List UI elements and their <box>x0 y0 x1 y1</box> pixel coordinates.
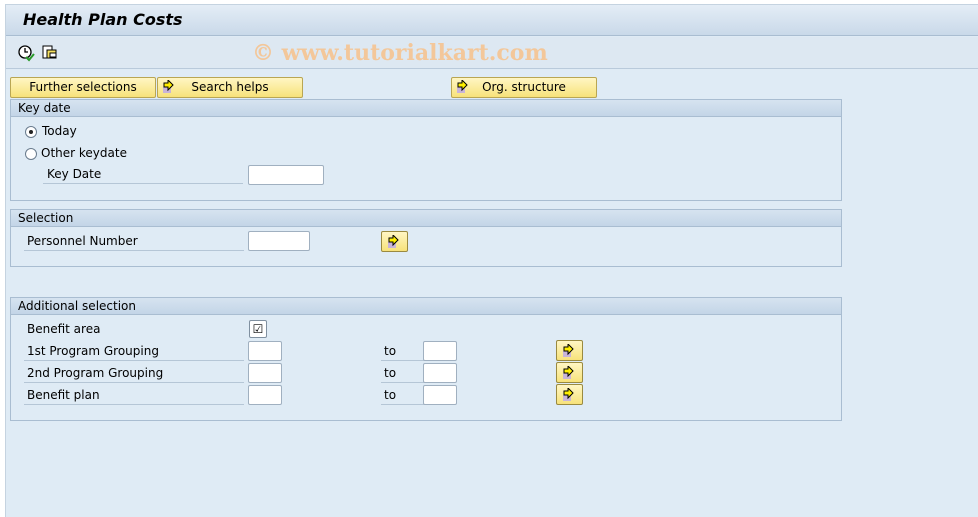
page-title: Health Plan Costs <box>23 10 183 29</box>
arrow-right-icon <box>562 388 576 402</box>
program-grouping-1-label: 1st Program Grouping <box>24 343 244 361</box>
benefit-area-label: Benefit area <box>27 322 101 336</box>
to-label: to <box>381 365 425 383</box>
arrow-right-icon <box>562 344 576 358</box>
further-selections-button[interactable]: Further selections <box>10 77 156 98</box>
title-bar: Health Plan Costs <box>6 5 978 36</box>
key-date-group: Key date Today Other keydate Key Date <box>10 99 842 201</box>
execute-clock-icon[interactable] <box>17 44 35 62</box>
benefit-plan-label: Benefit plan <box>24 387 244 405</box>
watermark: © www.tutorialkart.com <box>252 40 548 66</box>
personnel-number-label: Personnel Number <box>24 233 244 251</box>
program-grouping-1-to-input[interactable] <box>423 341 457 361</box>
other-keydate-radio[interactable] <box>25 148 37 160</box>
arrow-right-icon <box>562 366 576 380</box>
group-header: Key date <box>11 100 841 117</box>
key-date-input[interactable] <box>248 165 324 185</box>
group-header: Selection <box>11 210 841 227</box>
get-variant-icon[interactable] <box>41 44 59 62</box>
arrow-right-icon <box>162 80 176 94</box>
window: Health Plan Costs © www.tutorialkart.com… <box>5 4 978 517</box>
selection-group: Selection Personnel Number <box>10 209 842 267</box>
benefit-area-checkbox[interactable]: ☑ <box>249 320 267 338</box>
button-label: Further selections <box>29 80 137 94</box>
program-grouping-2-label: 2nd Program Grouping <box>24 365 244 383</box>
program-grouping-1-from-input[interactable] <box>248 341 282 361</box>
toolbar: © www.tutorialkart.com <box>6 37 978 69</box>
multiple-selection-button[interactable] <box>381 231 408 252</box>
today-label: Today <box>42 124 77 138</box>
multiple-selection-button[interactable] <box>556 384 583 405</box>
program-grouping-2-to-input[interactable] <box>423 363 457 383</box>
benefit-plan-from-input[interactable] <box>248 385 282 405</box>
button-label: Org. structure <box>482 80 566 94</box>
benefit-plan-to-input[interactable] <box>423 385 457 405</box>
today-radio[interactable] <box>25 126 37 138</box>
personnel-number-input[interactable] <box>248 231 310 251</box>
to-label: to <box>381 387 425 405</box>
arrow-right-icon <box>387 235 401 249</box>
to-label: to <box>381 343 425 361</box>
group-header: Additional selection <box>11 298 841 315</box>
search-helps-button[interactable]: Search helps <box>157 77 303 98</box>
additional-selection-group: Additional selection Benefit area ☑ 1st … <box>10 297 842 421</box>
multiple-selection-button[interactable] <box>556 362 583 383</box>
arrow-right-icon <box>456 80 470 94</box>
org-structure-button[interactable]: Org. structure <box>451 77 597 98</box>
other-keydate-label: Other keydate <box>41 146 127 160</box>
key-date-label: Key Date <box>43 166 243 184</box>
program-grouping-2-from-input[interactable] <box>248 363 282 383</box>
button-label: Search helps <box>191 80 269 94</box>
multiple-selection-button[interactable] <box>556 340 583 361</box>
